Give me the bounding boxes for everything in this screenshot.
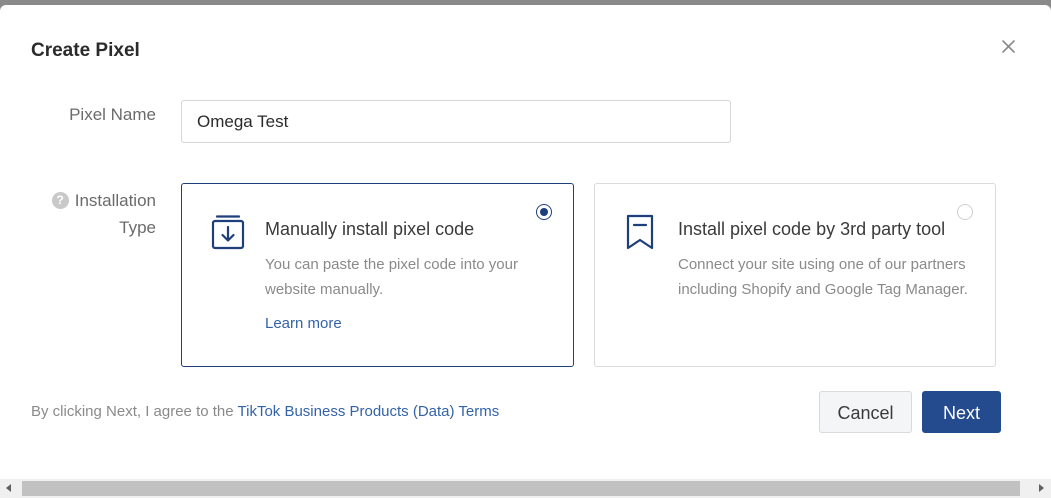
help-icon[interactable]: ? <box>51 192 69 209</box>
dialog-title: Create Pixel <box>31 40 140 61</box>
pixel-name-input[interactable] <box>181 100 731 143</box>
terms-prefix: By clicking Next, I agree to the <box>31 403 238 420</box>
cancel-button[interactable]: Cancel <box>819 391 912 433</box>
create-pixel-dialog: Create Pixel Pixel Name ? Installation Ty… <box>0 5 1051 479</box>
option-manual-radio[interactable] <box>536 204 552 220</box>
option-manual-title: Manually install pixel code <box>265 219 475 239</box>
option-manual-install[interactable]: Manually install pixel code You can past… <box>181 183 574 367</box>
installation-type-label: ? Installation Type <box>40 187 156 241</box>
option-third-party-install[interactable]: Install pixel code by 3rd party tool Con… <box>594 183 996 367</box>
scrollbar-thumb[interactable] <box>22 481 1020 496</box>
option-third-party-description: Connect your site using one of our partn… <box>678 256 968 298</box>
pixel-name-label: Pixel Name <box>69 105 156 124</box>
learn-more-link[interactable]: Learn more <box>265 315 342 332</box>
scroll-left-arrow-icon[interactable] <box>6 484 11 492</box>
option-third-party-radio[interactable] <box>957 204 973 220</box>
terms-link[interactable]: TikTok Business Products (Data) Terms <box>238 403 500 420</box>
horizontal-scrollbar[interactable] <box>0 479 1051 498</box>
option-third-party-title: Install pixel code by 3rd party tool <box>678 219 946 239</box>
download-box-icon <box>211 215 245 250</box>
terms-notice: By clicking Next, I agree to the TikTok … <box>31 403 499 420</box>
close-icon <box>1002 40 1015 53</box>
next-button[interactable]: Next <box>922 391 1001 433</box>
installation-type-label-text: Installation Type <box>74 191 156 237</box>
bookmark-icon <box>626 214 654 250</box>
close-button[interactable] <box>998 36 1020 58</box>
scroll-right-arrow-icon[interactable] <box>1039 484 1044 492</box>
option-manual-description: You can paste the pixel code into your w… <box>265 256 518 298</box>
